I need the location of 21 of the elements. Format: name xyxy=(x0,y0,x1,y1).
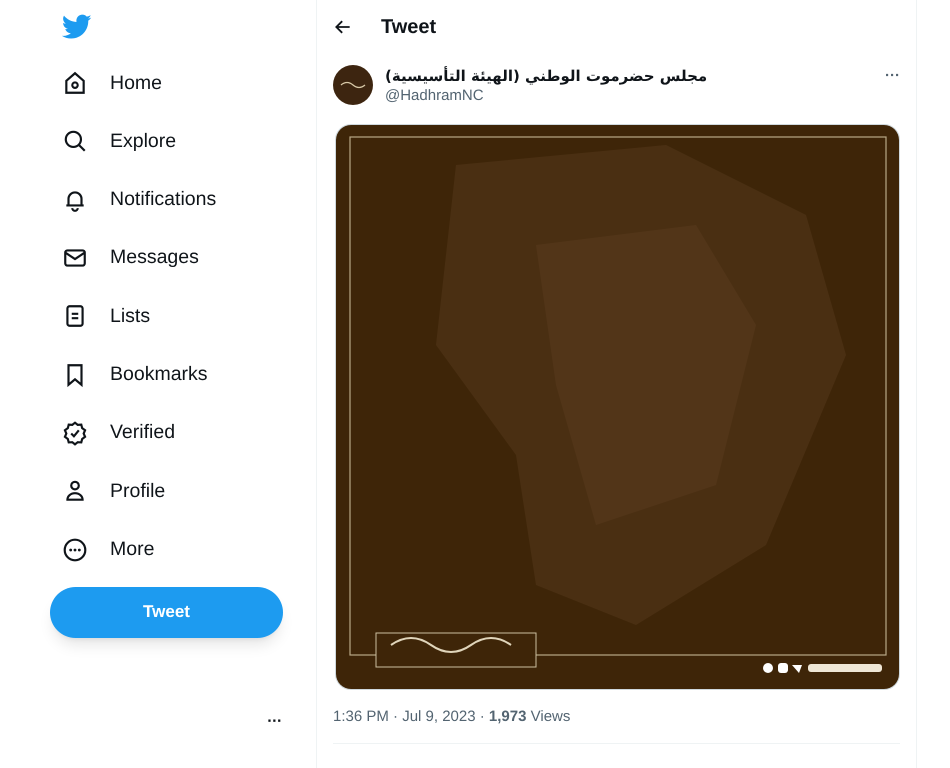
author-name[interactable]: مجلس حضرموت الوطني (الهيئة التأسيسية) xyxy=(385,66,708,86)
account-menu-button[interactable]: ··· xyxy=(267,710,282,734)
nav-item[interactable]: Lists xyxy=(50,287,166,346)
nav-item[interactable]: Verified xyxy=(50,404,192,462)
nav-item[interactable]: Home xyxy=(50,54,178,112)
nav-item[interactable]: More xyxy=(50,520,170,579)
tweet-timestamp[interactable]: 1:36 PM · Jul 9, 2023 · xyxy=(333,706,489,728)
nav-item[interactable]: Bookmarks xyxy=(50,345,224,404)
nav-item[interactable]: Notifications xyxy=(50,170,232,229)
search-icon xyxy=(62,128,88,154)
nav-item[interactable]: Explore xyxy=(50,112,192,171)
more-icon xyxy=(62,536,88,563)
nav-item[interactable]: Profile xyxy=(50,462,182,520)
bird-logo-icon[interactable] xyxy=(62,14,92,40)
page-title: Tweet xyxy=(381,14,436,40)
view-count: 1,973 Views xyxy=(488,707,570,727)
author-handle[interactable]: @HadhramNC xyxy=(385,86,873,106)
more-options-button[interactable]: ··· xyxy=(885,65,900,88)
nav-item[interactable]: Messages xyxy=(50,228,215,288)
verified-badge-icon xyxy=(62,420,88,446)
avatar[interactable] xyxy=(333,65,373,105)
